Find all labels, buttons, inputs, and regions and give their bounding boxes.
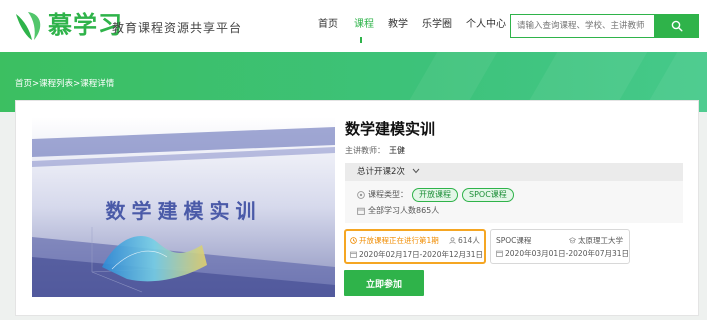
calendar-icon xyxy=(496,250,503,257)
session-dates-line: 2020年02月17日-2020年12月31日 xyxy=(350,249,483,260)
search-input[interactable] xyxy=(511,15,654,37)
cover-title: 数学建模实训 xyxy=(105,199,262,223)
teacher-label: 主讲教师： xyxy=(345,146,385,155)
tag-spoc-course[interactable]: SPOC课程 xyxy=(462,188,514,202)
session-status-line: 开放课程正在进行第1期 xyxy=(350,235,439,246)
join-now-button[interactable]: 立即参加 xyxy=(344,270,424,296)
search-box xyxy=(510,14,655,38)
breadcrumb-course-detail: 课程详情 xyxy=(80,79,115,89)
nav-learning-circle[interactable]: 乐学圈 xyxy=(422,18,452,32)
site-header: 慕学习 教育课程资源共享平台 首页 课程 教学 乐学圈 个人中心 xyxy=(0,0,707,52)
session-type: SPOC课程 xyxy=(496,236,532,245)
user-icon xyxy=(449,237,456,244)
session-school[interactable]: 太原理工大学 xyxy=(578,235,623,246)
session-dates: 2020年02月17日-2020年12月31日 xyxy=(359,250,484,259)
teacher-name[interactable]: 王健 xyxy=(389,146,405,155)
calendar-icon xyxy=(350,251,357,258)
search-icon xyxy=(671,20,683,32)
chevron-down-icon xyxy=(412,168,420,174)
open-count-toggle[interactable]: 总计开课2次 xyxy=(357,166,420,178)
breadcrumb: 首页>课程列表>课程详情 xyxy=(15,78,114,90)
nav-home[interactable]: 首页 xyxy=(318,18,338,32)
teacher-row: 主讲教师： 王健 xyxy=(345,145,405,157)
session-card-spoc[interactable]: SPOC课程 太原理工大学 2020年03月01日-2020年07月31日 xyxy=(490,229,630,264)
nav-courses[interactable]: 课程 xyxy=(354,18,374,32)
breadcrumb-course-list[interactable]: 课程列表 xyxy=(39,79,73,89)
course-title: 数学建模实训 xyxy=(345,120,436,138)
session-school-line: 太原理工大学 xyxy=(569,235,623,246)
nav-teaching[interactable]: 教学 xyxy=(388,18,408,32)
session-people-line: 614人 xyxy=(449,235,480,246)
active-nav-indicator xyxy=(360,37,362,43)
session-people: 614人 xyxy=(458,236,480,245)
course-type-row: 课程类型： 开放课程 SPOC课程 xyxy=(357,188,514,202)
nav-personal-center[interactable]: 个人中心 xyxy=(466,18,506,32)
search-button[interactable] xyxy=(655,14,699,38)
session-dates: 2020年03月01日-2020年07月31日 xyxy=(505,249,630,258)
tag-open-course[interactable]: 开放课程 xyxy=(412,188,458,202)
session-status: 开放课程正在进行第1期 xyxy=(359,236,439,245)
learners-row: 全部学习人数865人 xyxy=(357,205,439,217)
site-slogan: 教育课程资源共享平台 xyxy=(112,21,243,35)
school-icon xyxy=(569,237,576,244)
breadcrumb-home[interactable]: 首页 xyxy=(15,79,32,89)
layers-icon xyxy=(357,191,365,199)
clock-icon xyxy=(350,237,357,244)
session-type-line: SPOC课程 xyxy=(496,235,531,246)
session-dates-line: 2020年03月01日-2020年07月31日 xyxy=(496,248,629,259)
course-type-label: 课程类型： xyxy=(368,190,408,199)
session-card-open[interactable]: 开放课程正在进行第1期 614人 2020年02月17日-2020年12月31日 xyxy=(344,229,486,264)
calendar-icon xyxy=(357,207,365,215)
course-cover-image[interactable]: 数学建模实训 xyxy=(32,117,335,297)
open-count-text: 总计开课2次 xyxy=(357,167,405,177)
learners-count: 全部学习人数865人 xyxy=(368,206,440,215)
leaf-logo-icon[interactable] xyxy=(12,8,46,42)
